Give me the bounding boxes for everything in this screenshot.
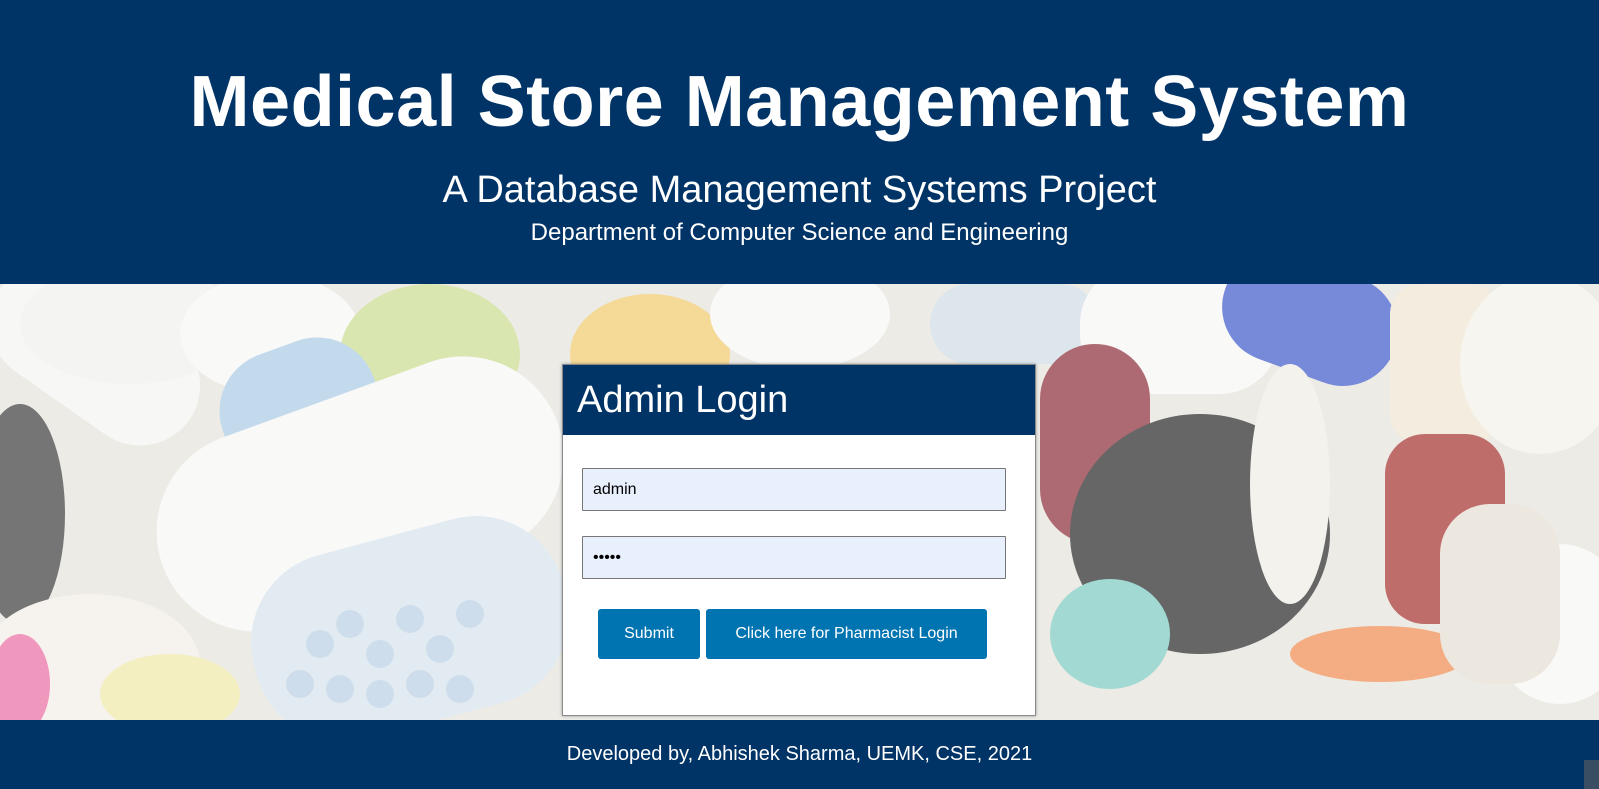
pharmacist-login-button[interactable]: Click here for Pharmacist Login xyxy=(706,609,987,659)
submit-button[interactable]: Submit xyxy=(598,609,700,659)
department-label: Department of Computer Science and Engin… xyxy=(530,219,1069,246)
page-footer: Developed by, Abhishek Sharma, UEMK, CSE… xyxy=(0,720,1599,789)
admin-login-card: Admin Login Submit Click here for Pharma… xyxy=(562,364,1036,716)
page-subtitle: A Database Management Systems Project xyxy=(442,169,1157,211)
corner-resize-handle xyxy=(1584,760,1599,789)
login-heading: Admin Login xyxy=(563,365,1035,435)
page-header: Medical Store Management System A Databa… xyxy=(0,0,1599,284)
username-input[interactable] xyxy=(582,468,1006,511)
password-input[interactable] xyxy=(582,536,1006,579)
page-title: Medical Store Management System xyxy=(189,62,1410,142)
